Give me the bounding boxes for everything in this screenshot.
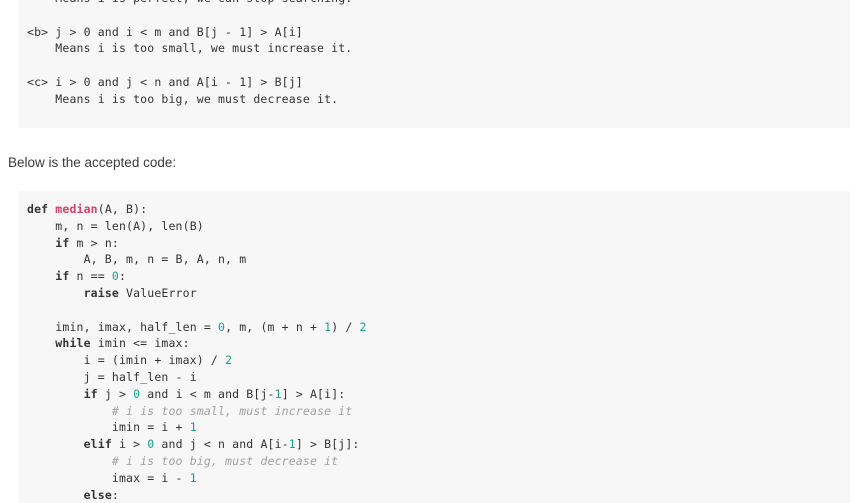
code-token-num: 1 bbox=[189, 420, 197, 435]
code-token-txt: ) / bbox=[331, 319, 360, 334]
code-token-txt: imax = i - bbox=[27, 470, 190, 485]
code-token-kw: if bbox=[55, 269, 70, 284]
code-token-kw: raise bbox=[83, 285, 119, 300]
code-token-txt: : bbox=[111, 487, 119, 502]
code-token-num: 2 bbox=[225, 353, 233, 368]
code-token-txt: ] > A[i]: bbox=[281, 386, 346, 401]
code-token-txt: n == bbox=[69, 269, 112, 284]
code-token-cmt: # i is too small, must increase it bbox=[27, 403, 353, 418]
code-token-num: 1 bbox=[288, 437, 296, 452]
code-token-txt: i > bbox=[111, 437, 148, 452]
code-token-txt: j > bbox=[97, 386, 134, 401]
code-token-kw: else bbox=[83, 487, 112, 502]
code-token-txt: (A, B): bbox=[97, 202, 148, 216]
code-token-txt: and j < n and A[i- bbox=[154, 437, 289, 452]
code-token-txt: j = half_len - i bbox=[27, 369, 197, 384]
code-token-kw: def bbox=[27, 202, 56, 216]
code-token-txt: : bbox=[118, 269, 127, 284]
code-token-txt: imin = i + bbox=[27, 420, 190, 435]
code-token-txt: imin <= imax: bbox=[90, 336, 190, 351]
code-token-txt: and i < m and B[j- bbox=[140, 386, 275, 401]
article-page: Means i is perfect, we can stop searchin… bbox=[0, 0, 855, 503]
code-token-txt: ] > B[j]: bbox=[295, 437, 360, 452]
code-token-kw: while bbox=[55, 336, 91, 351]
code-token-num: 0 bbox=[111, 269, 119, 284]
code-token-fn: median bbox=[55, 202, 98, 216]
solution-code-block: def median(A, B): m, n = len(A), len(B) … bbox=[19, 191, 850, 503]
code-token-txt: A, B, m, n = B, A, n, m bbox=[27, 252, 247, 267]
code-token-txt: m > n: bbox=[69, 235, 119, 250]
code-token-num: 2 bbox=[359, 319, 367, 334]
conditions-code-block: Means i is perfect, we can stop searchin… bbox=[19, 0, 850, 128]
code-token-kw: if bbox=[55, 235, 70, 250]
code-token-txt: m, n = len(A), len(B) bbox=[27, 218, 204, 233]
conditions-code-text: Means i is perfect, we can stop searchin… bbox=[27, 0, 353, 106]
code-token-txt: , m, (m + n + bbox=[225, 319, 325, 334]
accepted-code-intro: Below is the accepted code: bbox=[8, 155, 177, 170]
code-token-txt: ValueError bbox=[118, 285, 197, 300]
code-token-txt: imin, imax, half_len = bbox=[27, 319, 218, 334]
code-token-kw: if bbox=[83, 386, 98, 401]
code-token-num: 1 bbox=[189, 470, 197, 485]
code-token-txt: i = (imin + imax) / bbox=[27, 353, 226, 368]
code-token-cmt: # i is too big, must decrease it bbox=[27, 453, 339, 468]
code-token-kw: elif bbox=[83, 437, 112, 452]
code-token-num: 1 bbox=[274, 386, 282, 401]
solution-code-text: def median(A, B): m, n = len(A), len(B) … bbox=[27, 201, 850, 503]
